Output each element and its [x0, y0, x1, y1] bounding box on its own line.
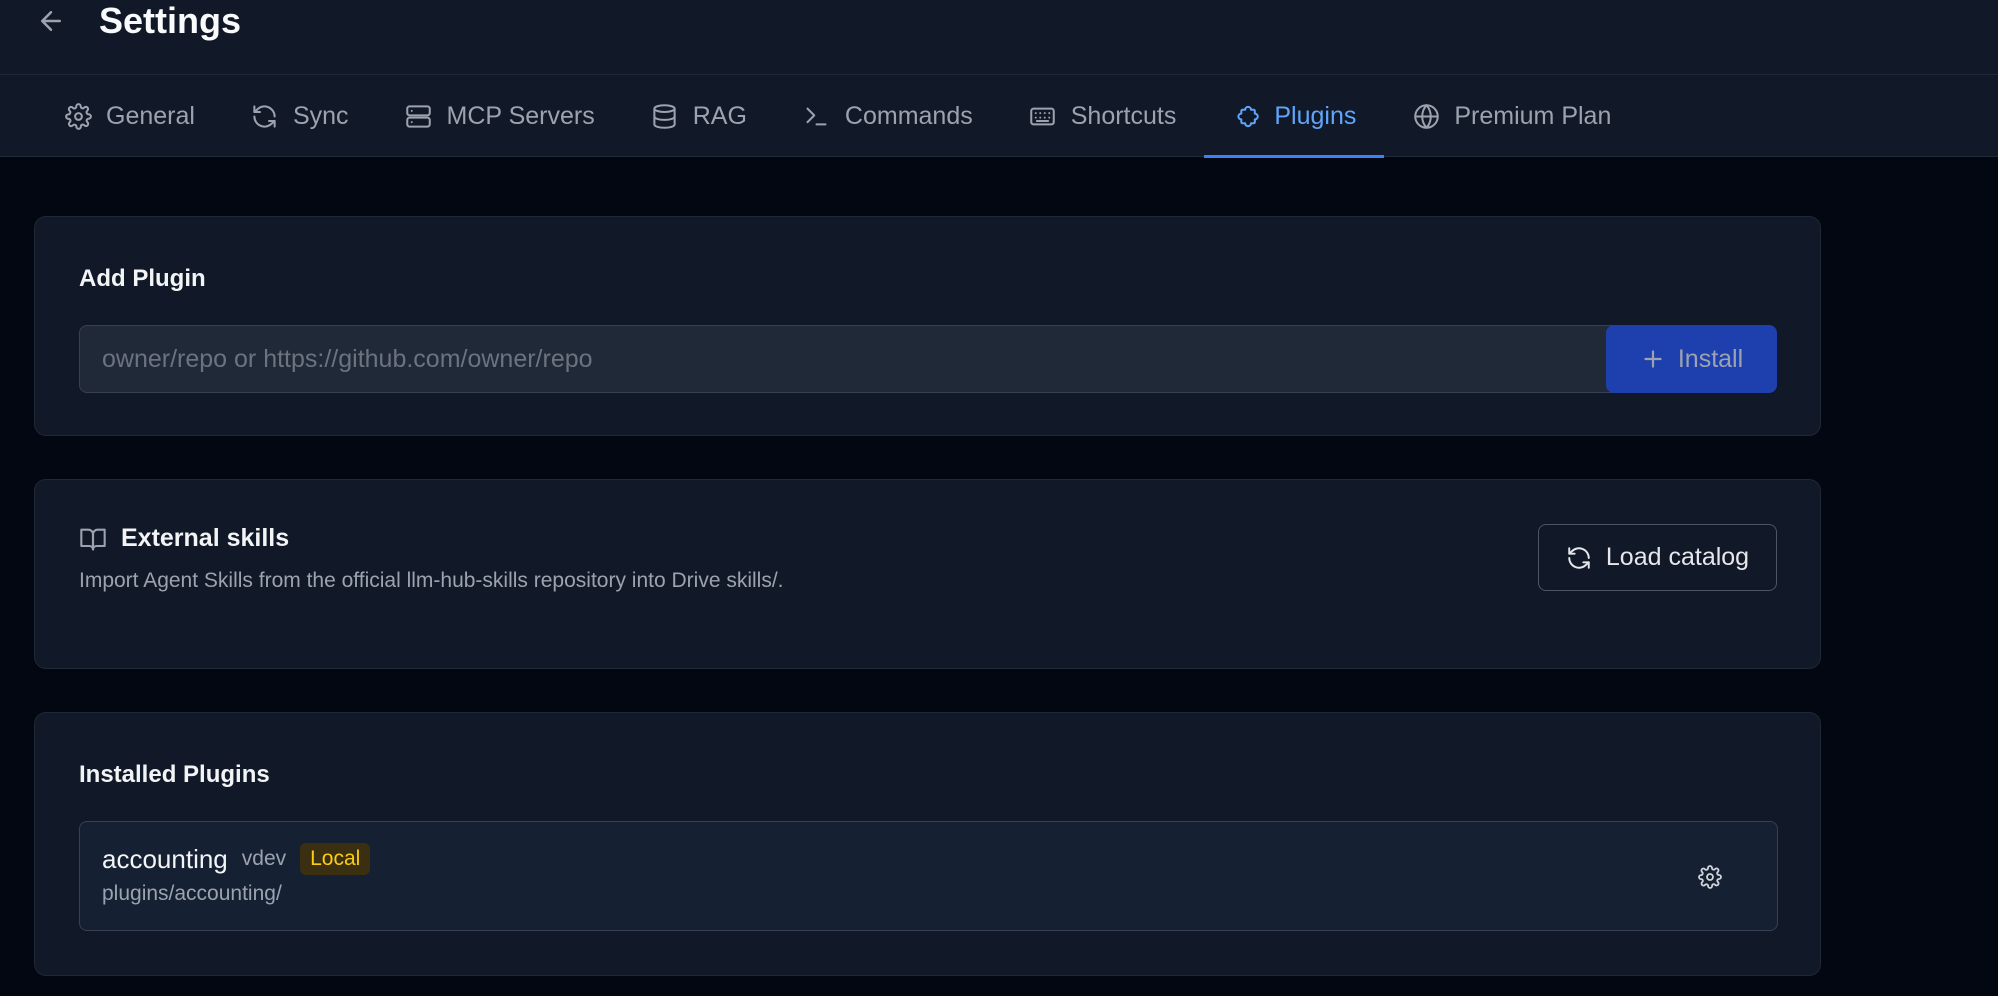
globe-icon: [1412, 102, 1440, 130]
external-skills-card: External skills Import Agent Skills from…: [34, 479, 1821, 669]
tab-label: RAG: [692, 101, 747, 130]
tab-label: General: [106, 101, 195, 130]
database-icon: [651, 102, 679, 130]
plugin-path: plugins/accounting/: [102, 882, 282, 905]
plugin-version: vdev: [241, 847, 287, 870]
gear-icon: [64, 102, 92, 130]
arrow-left-icon: [41, 11, 61, 31]
tab-label: Shortcuts: [1070, 101, 1177, 130]
refresh-icon: [1568, 546, 1590, 569]
refresh-icon: [251, 102, 279, 130]
plugin-row: accounting vdev Local plugins/accounting…: [79, 821, 1778, 931]
install-button[interactable]: Install: [1606, 325, 1777, 393]
gear-icon: [1698, 865, 1722, 889]
tab-label: Plugins: [1274, 101, 1357, 130]
tab-sync[interactable]: Sync: [223, 75, 377, 157]
installed-plugins-card: Installed Plugins accounting vdev Local …: [34, 712, 1821, 976]
external-skills-title: External skills: [121, 524, 290, 552]
plus-icon: [1644, 350, 1662, 368]
settings-tabs: General Sync MCP Servers RAG Commands Sh…: [0, 75, 1998, 158]
tab-plugins[interactable]: Plugins: [1204, 75, 1385, 158]
tab-mcp-servers[interactable]: MCP Servers: [377, 75, 623, 157]
tab-label: Premium Plan: [1454, 101, 1612, 130]
page-title: Settings: [99, 0, 242, 41]
tab-commands[interactable]: Commands: [775, 75, 1001, 157]
tab-label: Commands: [844, 101, 973, 130]
settings-header: Settings: [0, 0, 1998, 75]
installed-plugins-title: Installed Plugins: [79, 761, 270, 788]
plugin-name-row: accounting vdev Local: [102, 843, 371, 875]
puzzle-icon: [1232, 102, 1260, 130]
add-plugin-card: Add Plugin Install: [34, 216, 1821, 436]
install-label: Install: [1677, 344, 1744, 373]
plugin-name: accounting: [102, 843, 228, 874]
server-icon: [405, 102, 433, 130]
book-open-icon: [80, 528, 106, 551]
external-skills-header: External skills: [79, 524, 289, 553]
plugin-source-badge: Local: [300, 843, 371, 875]
tab-label: MCP Servers: [446, 101, 595, 130]
plugin-settings-button[interactable]: [1695, 862, 1725, 892]
tab-rag[interactable]: RAG: [623, 75, 775, 157]
add-plugin-title: Add Plugin: [79, 265, 206, 292]
keyboard-icon: [1029, 102, 1057, 130]
load-catalog-label: Load catalog: [1605, 543, 1750, 571]
external-skills-description: Import Agent Skills from the official ll…: [79, 569, 784, 592]
tab-premium-plan[interactable]: Premium Plan: [1384, 75, 1639, 157]
plugin-url-input[interactable]: [79, 325, 1626, 393]
load-catalog-button[interactable]: Load catalog: [1538, 524, 1777, 591]
back-button[interactable]: [34, 4, 68, 38]
tab-general[interactable]: General: [36, 75, 223, 157]
tab-label: Sync: [292, 101, 349, 130]
terminal-icon: [803, 102, 831, 130]
tab-shortcuts[interactable]: Shortcuts: [1001, 75, 1205, 157]
